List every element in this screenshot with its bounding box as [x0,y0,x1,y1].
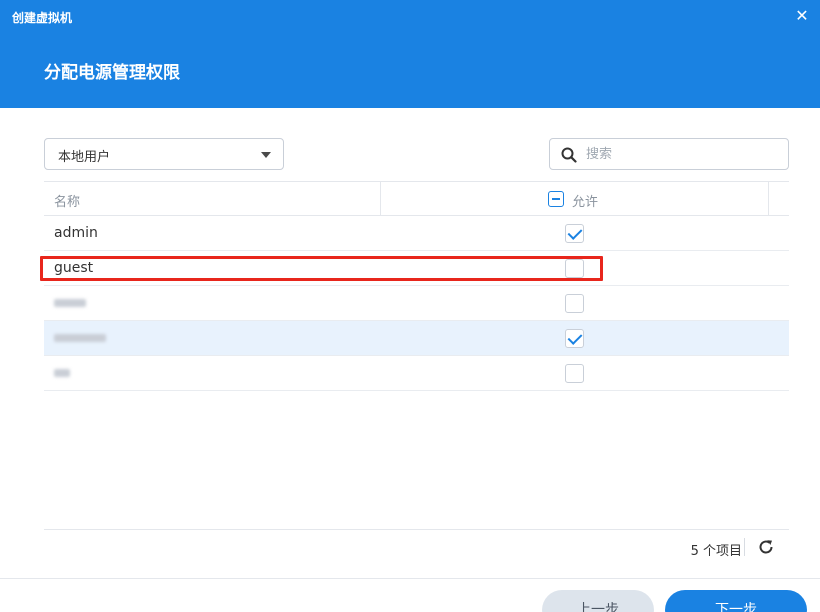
item-count: 5 个项目 [690,544,742,559]
table-row[interactable] [44,286,789,321]
column-divider[interactable] [380,182,381,216]
next-step-button[interactable]: 下一步 [665,590,807,612]
allow-checkbox[interactable] [565,294,584,313]
refresh-icon[interactable] [757,538,775,556]
redacted-user-name [54,334,106,342]
redacted-user-name [54,299,86,307]
table-row[interactable] [44,321,789,356]
window-title: 创建虚拟机 [12,11,73,25]
allow-checkbox[interactable] [565,364,584,383]
user-table: 名称 允许 admin guest [44,181,789,391]
user-type-select-value: 本地用户 [58,150,111,165]
dialog-header: 创建虚拟机 ✕ 分配电源管理权限 [0,0,820,108]
table-row[interactable]: admin [44,216,789,251]
chevron-down-icon [261,152,271,158]
search-icon [561,147,577,163]
column-divider[interactable] [768,182,769,216]
table-footer: 5 个项目 [44,529,789,565]
allow-checkbox[interactable] [565,224,584,243]
search-box[interactable] [549,138,789,170]
select-all-checkbox[interactable] [548,191,564,207]
footer-divider [744,538,745,556]
user-name: admin [54,225,98,241]
column-header-allow[interactable]: 允许 [572,191,598,210]
close-icon[interactable]: ✕ [792,6,812,26]
table-header: 名称 允许 [44,181,789,216]
page-title: 分配电源管理权限 [44,63,180,83]
table-row[interactable] [44,356,789,391]
column-header-name[interactable]: 名称 [54,191,80,210]
search-input[interactable] [586,143,781,165]
annotation-highlight-box [40,256,603,281]
redacted-user-name [54,369,70,377]
prev-step-button[interactable]: 上一步 [542,590,654,612]
allow-checkbox[interactable] [565,329,584,348]
footer-divider-line [0,578,820,579]
user-type-select[interactable]: 本地用户 [44,138,284,170]
